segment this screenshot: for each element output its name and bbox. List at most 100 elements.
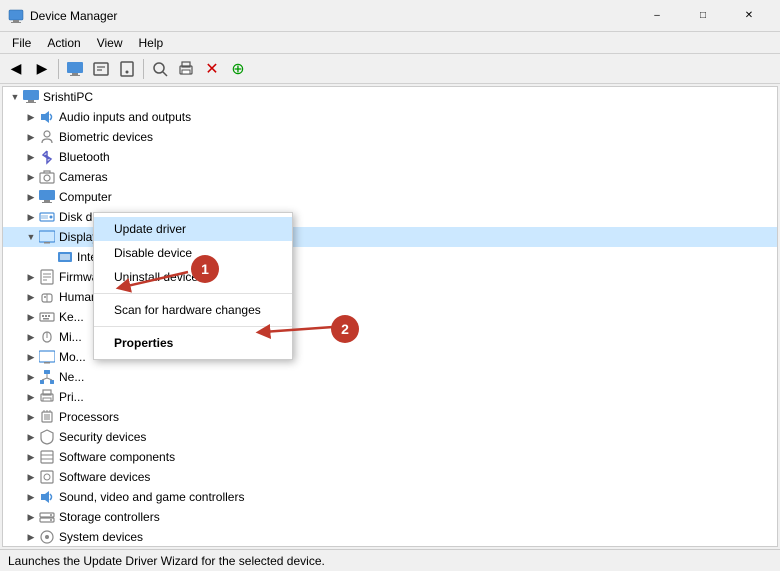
menu-view[interactable]: View (89, 34, 131, 52)
expand-storage[interactable]: ▶ (23, 509, 39, 525)
sw-components-label: Software components (59, 450, 175, 464)
tree-computer[interactable]: ▶ Computer (3, 187, 777, 207)
expand-network[interactable]: ▶ (23, 369, 39, 385)
toolbar-separator-1 (58, 59, 59, 79)
computer-icon (23, 89, 39, 105)
expand-keyboard[interactable]: ▶ (23, 309, 39, 325)
tree-network[interactable]: ▶ Ne... (3, 367, 777, 387)
tree-audio[interactable]: ▶ Audio inputs and outputs (3, 107, 777, 127)
keyboard-icon (39, 309, 55, 325)
expand-processors[interactable]: ▶ (23, 409, 39, 425)
expand-biometric[interactable]: ▶ (23, 129, 39, 145)
expand-cameras[interactable]: ▶ (23, 169, 39, 185)
computer-label: Computer (59, 190, 112, 204)
biometric-icon (39, 129, 55, 145)
tree-security[interactable]: ▶ Security devices (3, 427, 777, 447)
toolbar: ◀ ▶ ✕ ⊕ (0, 54, 780, 84)
print-label: Pri... (59, 390, 84, 404)
add-button[interactable]: ⊕ (226, 57, 250, 81)
tree-cameras[interactable]: ▶ Cameras (3, 167, 777, 187)
expand-print[interactable]: ▶ (23, 389, 39, 405)
properties-button[interactable] (89, 57, 113, 81)
audio-icon (39, 109, 55, 125)
storage-icon (39, 509, 55, 525)
expand-computer[interactable]: ▶ (23, 189, 39, 205)
print-button[interactable] (174, 57, 198, 81)
tree-sw-components[interactable]: ▶ Software components (3, 447, 777, 467)
expand-root[interactable]: ▼ (7, 89, 23, 105)
window-title: Device Manager (30, 9, 634, 23)
bluetooth-label: Bluetooth (59, 150, 110, 164)
context-menu-separator-2 (94, 326, 292, 327)
tree-system[interactable]: ▶ System devices (3, 527, 777, 547)
tree-processors[interactable]: ▶ Processors (3, 407, 777, 427)
app-icon (8, 8, 24, 24)
menu-help[interactable]: Help (131, 34, 172, 52)
sw-devices-icon (39, 469, 55, 485)
sw-devices-label: Software devices (59, 470, 150, 484)
callout-1: 1 (191, 255, 219, 283)
title-bar: Device Manager – □ ✕ (0, 0, 780, 32)
audio-label: Audio inputs and outputs (59, 110, 191, 124)
expand-sw-devices[interactable]: ▶ (23, 469, 39, 485)
display-icon (39, 229, 55, 245)
close-button[interactable]: ✕ (726, 0, 772, 32)
expand-system[interactable]: ▶ (23, 529, 39, 545)
camera-icon (39, 169, 55, 185)
storage-label: Storage controllers (59, 510, 160, 524)
minimize-button[interactable]: – (634, 0, 680, 32)
expand-display[interactable]: ▼ (23, 229, 39, 245)
device-tree[interactable]: ▼ SrishtiPC ▶ Audio inputs and outputs ▶… (2, 86, 778, 547)
status-bar: Launches the Update Driver Wizard for th… (0, 549, 780, 571)
firmware-icon (39, 269, 55, 285)
computer-icon-btn[interactable] (63, 57, 87, 81)
menu-action[interactable]: Action (39, 34, 88, 52)
callout-2-number: 2 (341, 321, 349, 337)
maximize-button[interactable]: □ (680, 0, 726, 32)
callout-1-number: 1 (201, 261, 209, 277)
scan-button[interactable] (148, 57, 172, 81)
processor-icon (39, 409, 55, 425)
ctx-scan-hardware[interactable]: Scan for hardware changes (94, 298, 292, 322)
menu-file[interactable]: File (4, 34, 39, 52)
network-label: Ne... (59, 370, 84, 384)
system-label: System devices (59, 530, 143, 544)
computer2-icon (39, 189, 55, 205)
expand-security[interactable]: ▶ (23, 429, 39, 445)
back-button[interactable]: ◀ (4, 57, 28, 81)
tree-bluetooth[interactable]: ▶ Bluetooth (3, 147, 777, 167)
disk-icon (39, 209, 55, 225)
root-label: SrishtiPC (43, 90, 93, 104)
tree-storage[interactable]: ▶ Storage controllers (3, 507, 777, 527)
forward-button[interactable]: ▶ (30, 57, 54, 81)
device-button[interactable] (115, 57, 139, 81)
expand-sound[interactable]: ▶ (23, 489, 39, 505)
expand-monitors[interactable]: ▶ (23, 349, 39, 365)
monitor-icon (39, 349, 55, 365)
network-icon (39, 369, 55, 385)
ctx-properties[interactable]: Properties (94, 331, 292, 355)
window-controls: – □ ✕ (634, 0, 772, 32)
sound-label: Sound, video and game controllers (59, 490, 244, 504)
expand-firmware[interactable]: ▶ (23, 269, 39, 285)
expand-mice[interactable]: ▶ (23, 329, 39, 345)
keyboard-label: Ke... (59, 310, 84, 324)
expand-bluetooth[interactable]: ▶ (23, 149, 39, 165)
tree-print[interactable]: ▶ Pri... (3, 387, 777, 407)
expand-hid[interactable]: ▶ (23, 289, 39, 305)
tree-sw-devices[interactable]: ▶ Software devices (3, 467, 777, 487)
tree-biometric[interactable]: ▶ Biometric devices (3, 127, 777, 147)
ctx-update-driver[interactable]: Update driver (94, 217, 292, 241)
bluetooth-icon (39, 149, 55, 165)
print-icon (39, 389, 55, 405)
callout-2: 2 (331, 315, 359, 343)
sw-components-icon (39, 449, 55, 465)
expand-disk[interactable]: ▶ (23, 209, 39, 225)
delete-button[interactable]: ✕ (200, 57, 224, 81)
biometric-label: Biometric devices (59, 130, 153, 144)
tree-root[interactable]: ▼ SrishtiPC (3, 87, 777, 107)
sound-icon (39, 489, 55, 505)
expand-audio[interactable]: ▶ (23, 109, 39, 125)
expand-sw-components[interactable]: ▶ (23, 449, 39, 465)
tree-sound[interactable]: ▶ Sound, video and game controllers (3, 487, 777, 507)
